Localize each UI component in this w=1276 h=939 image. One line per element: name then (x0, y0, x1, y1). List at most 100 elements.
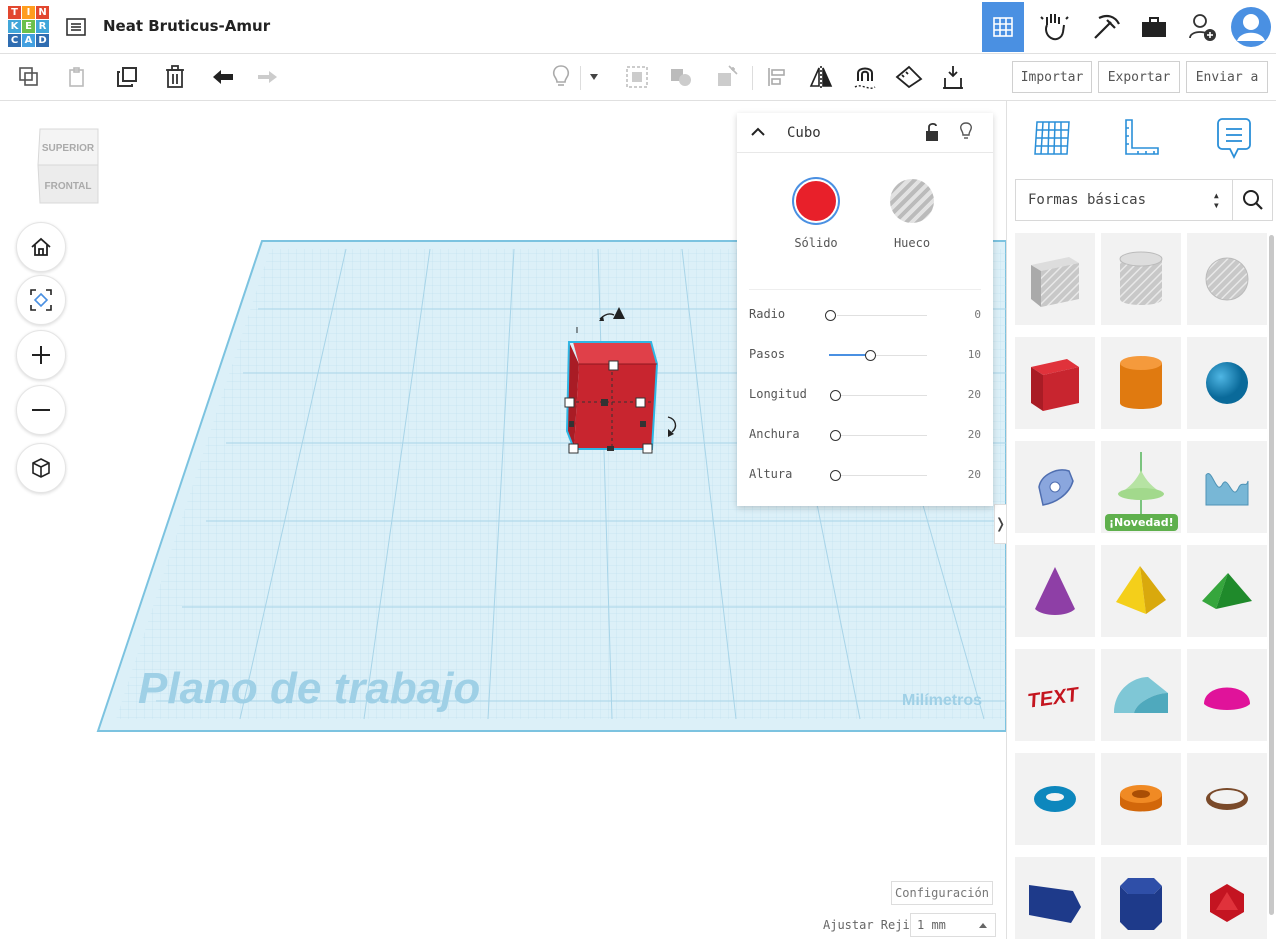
param-label: Radio (749, 307, 786, 321)
edge-handle[interactable] (569, 421, 574, 427)
param-value[interactable]: 20 (968, 388, 981, 401)
3d-design-view-button[interactable] (982, 2, 1024, 52)
user-avatar[interactable] (1228, 4, 1274, 50)
copy-button[interactable] (14, 62, 44, 92)
notes-tool-button[interactable] (1209, 113, 1259, 163)
cruise-button[interactable] (712, 62, 742, 92)
param-value[interactable]: 20 (968, 428, 981, 441)
resize-handle[interactable] (564, 397, 575, 408)
view-cube[interactable]: SUPERIOR FRONTAL (36, 125, 102, 205)
shape-half-cylinder[interactable] (1101, 649, 1181, 741)
send-to-button[interactable]: Enviar a (1186, 61, 1268, 93)
shape-cylinder[interactable] (1101, 337, 1181, 429)
collapse-panel-button[interactable]: ❭ (994, 504, 1006, 544)
shape-ring[interactable] (1187, 753, 1267, 845)
ruler-tool-button[interactable] (1115, 113, 1165, 163)
shape-torus[interactable] (1015, 753, 1095, 845)
shape-scribble[interactable] (1015, 441, 1095, 533)
param-slider-knob[interactable] (830, 390, 842, 401)
ungroup-button[interactable] (666, 62, 696, 92)
pickaxe-icon (1094, 14, 1120, 39)
shape-roof[interactable] (1187, 545, 1267, 637)
resize-handle[interactable] (568, 443, 579, 454)
delete-button[interactable] (160, 62, 190, 92)
shape-paraboloid[interactable]: ¡Novedad! (1101, 441, 1181, 533)
design-title[interactable]: Neat Bruticus-Amur (103, 17, 270, 35)
view-cube-front-label: FRONTAL (44, 181, 91, 192)
shape-sphere[interactable] (1187, 337, 1267, 429)
param-slider-knob[interactable] (825, 310, 836, 321)
unlock-icon[interactable] (925, 122, 939, 142)
duplicate-button[interactable] (112, 62, 142, 92)
shape-tube[interactable] (1101, 753, 1181, 845)
lightbulb-icon (552, 65, 570, 86)
invite-user-button[interactable] (1180, 4, 1226, 50)
shape-search-button[interactable] (1233, 179, 1273, 221)
settings-button[interactable]: Configuración (891, 881, 993, 905)
chevron-up-icon[interactable] (751, 127, 765, 137)
shape-category-select[interactable]: Formas básicas ▴ ▾ (1015, 179, 1233, 221)
shape-box[interactable] (1015, 337, 1095, 429)
redo-button[interactable] (252, 62, 282, 92)
workplane-units-label: Milímetros (902, 692, 982, 709)
zoom-in-button[interactable] (16, 330, 66, 380)
drop-to-workplane-button[interactable] (938, 62, 968, 92)
param-value[interactable]: 10 (968, 348, 981, 361)
projects-button[interactable] (1131, 4, 1177, 50)
import-button[interactable]: Importar (1012, 61, 1092, 93)
selected-cube[interactable] (564, 341, 659, 454)
undo-arrow-icon (213, 70, 233, 84)
lightbulb-icon[interactable] (959, 121, 973, 143)
ungroup-icon (671, 69, 691, 86)
shape-polygon[interactable] (1101, 857, 1181, 939)
undo-button[interactable] (208, 62, 238, 92)
param-value[interactable]: 20 (968, 468, 981, 481)
ruler-button[interactable] (894, 62, 924, 92)
workplane-magnet-button[interactable] (850, 62, 880, 92)
edit-toolbar: Importar Exportar Enviar a (0, 54, 1276, 101)
perspective-toggle-button[interactable] (16, 443, 66, 493)
zoom-out-button[interactable] (16, 385, 66, 435)
edge-handle[interactable] (640, 421, 646, 427)
shape-inspector: Cubo Sólido Hueco Radio 0 Pasos 10 Longi… (737, 113, 993, 506)
bricks-view-button[interactable] (1082, 4, 1128, 50)
group-button[interactable] (622, 62, 652, 92)
shape-generator[interactable] (1187, 441, 1267, 533)
fit-view-button[interactable] (16, 275, 66, 325)
tinkercad-logo[interactable]: T I N K E R C A D (8, 6, 50, 48)
shape-wedge[interactable] (1015, 857, 1095, 939)
box-hole-icon (1031, 257, 1079, 307)
param-slider-knob[interactable] (830, 470, 842, 481)
shape-sphere-hole[interactable] (1187, 233, 1267, 325)
param-slider-knob[interactable] (830, 430, 842, 441)
mirror-button[interactable] (806, 62, 836, 92)
design-list-icon[interactable] (66, 18, 86, 36)
param-length: Longitud 20 (749, 385, 981, 405)
workplane-tool-button[interactable] (1027, 113, 1077, 163)
shape-box-hole[interactable] (1015, 233, 1095, 325)
height-handle[interactable] (608, 360, 619, 371)
resize-handle[interactable] (642, 443, 653, 454)
shape-cone[interactable] (1015, 545, 1095, 637)
center-handle[interactable] (601, 399, 608, 406)
resize-handle[interactable] (635, 397, 646, 408)
blocks-view-button[interactable] (1032, 4, 1078, 50)
paste-button[interactable] (62, 62, 92, 92)
param-slider-knob[interactable] (864, 350, 876, 361)
shape-cylinder-hole[interactable] (1101, 233, 1181, 325)
shape-panel-scrollbar[interactable] (1269, 235, 1274, 915)
shape-icosahedron[interactable] (1187, 857, 1267, 939)
solid-color-swatch[interactable] (794, 179, 838, 223)
export-button[interactable]: Exportar (1098, 61, 1180, 93)
notes-button[interactable] (546, 62, 576, 92)
param-value[interactable]: 0 (974, 308, 981, 321)
shape-text[interactable]: TEXT (1015, 649, 1095, 741)
align-button[interactable] (762, 62, 792, 92)
shape-half-sphere[interactable] (1187, 649, 1267, 741)
shape-pyramid[interactable] (1101, 545, 1181, 637)
snap-grid-select[interactable]: 1 mm (910, 913, 996, 937)
home-view-button[interactable] (16, 222, 66, 272)
edge-handle[interactable] (607, 446, 614, 451)
notes-dropdown[interactable] (584, 62, 604, 92)
hole-swatch[interactable] (890, 179, 934, 223)
